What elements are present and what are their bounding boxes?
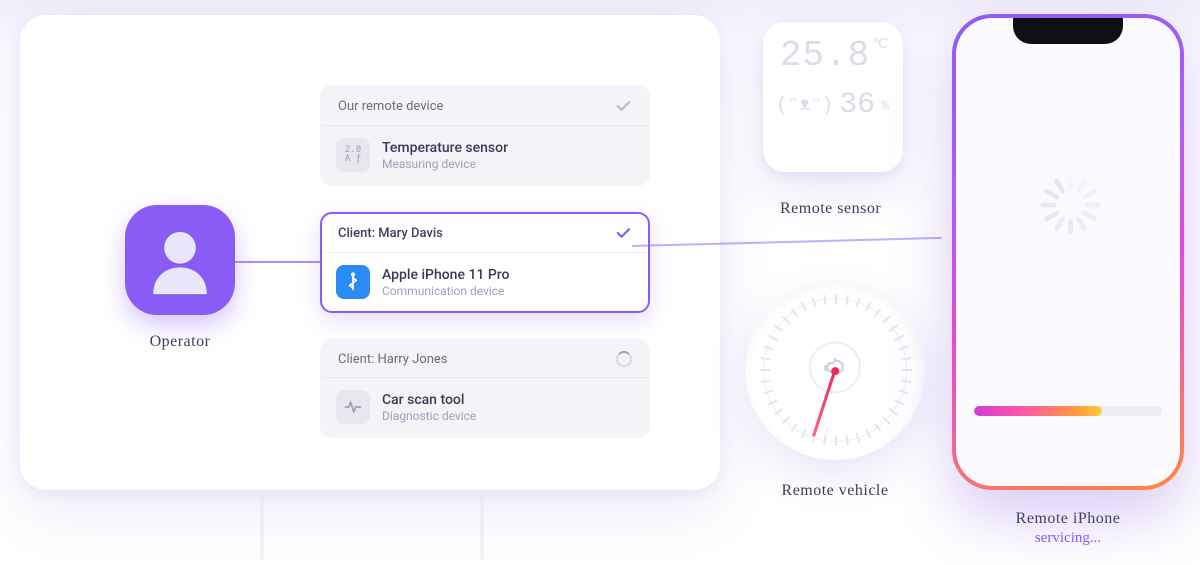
device-card-remote-sensor[interactable]: Our remote device 2.0A ƒ Temperature sen… (320, 85, 650, 186)
progress-fill (974, 406, 1102, 416)
operator-block: Operator (125, 205, 235, 351)
humidity-unit: % (881, 98, 889, 113)
thermometer-icon: 2.0A ƒ (336, 138, 370, 172)
device-text: Temperature sensor Measuring device (382, 140, 508, 171)
check-icon (614, 224, 632, 242)
device-card-iphone[interactable]: Client: Mary Davis Apple iPhone 11 Pro C… (320, 212, 650, 313)
person-icon (141, 221, 219, 299)
remote-iphone-block: Remote iPhone servicing... (952, 14, 1184, 547)
device-subtitle: Communication device (382, 284, 510, 298)
card-header: Our remote device (322, 87, 648, 126)
device-text: Car scan tool Diagnostic device (382, 392, 476, 423)
card-header-text: Our remote device (338, 99, 443, 114)
usb-icon (336, 265, 370, 299)
device-subtitle: Diagnostic device (382, 409, 476, 423)
operator-avatar (125, 205, 235, 315)
temperature-readout: 25.8℃ (777, 38, 889, 74)
card-body: Car scan tool Diagnostic device (322, 378, 648, 436)
remote-sensor-label: Remote sensor (780, 200, 881, 218)
card-body: 2.0A ƒ Temperature sensor Measuring devi… (322, 126, 648, 184)
remote-iphone-label: Remote iPhone (952, 510, 1184, 528)
check-icon (614, 97, 632, 115)
card-header-text: Client: Harry Jones (338, 352, 448, 367)
card-header: Client: Mary Davis (322, 214, 648, 253)
iphone-status-text: servicing... (952, 530, 1184, 547)
card-header: Client: Harry Jones (322, 341, 648, 378)
temperature-unit: ℃ (872, 37, 889, 53)
device-text: Apple iPhone 11 Pro Communication device (382, 267, 510, 298)
card-body: Apple iPhone 11 Pro Communication device (322, 253, 648, 311)
device-title: Temperature sensor (382, 140, 508, 156)
device-card-car-scan[interactable]: Client: Harry Jones Car scan tool Diagno… (320, 339, 650, 438)
operator-label: Operator (150, 333, 211, 351)
progress-bar (974, 406, 1162, 416)
card-header-text: Client: Mary Davis (338, 226, 443, 241)
iphone-frame (952, 14, 1184, 490)
device-card-list: Our remote device 2.0A ƒ Temperature sen… (320, 85, 650, 464)
loading-spinner-icon (616, 351, 632, 367)
temperature-value: 25.8 (780, 35, 870, 76)
sensor-lcd: 25.8℃ (ᵔᴥᵔ) 36% (777, 38, 889, 122)
device-subtitle: Measuring device (382, 157, 508, 171)
remote-vehicle-block: Remote vehicle (745, 280, 925, 500)
connector-operator-to-card (235, 261, 320, 263)
operator-panel: Operator Our remote device 2.0A ƒ Temper… (20, 15, 720, 490)
device-title: Car scan tool (382, 392, 476, 408)
humidity-readout: (ᵔᴥᵔ) 36% (777, 88, 889, 122)
loading-spinner-icon (1038, 175, 1098, 235)
remote-vehicle-label: Remote vehicle (745, 482, 925, 500)
remote-sensor-device: 25.8℃ (ᵔᴥᵔ) 36% (763, 22, 903, 172)
ecg-icon (336, 390, 370, 424)
panel-stand-leg (480, 490, 484, 560)
iphone-screen (956, 18, 1180, 486)
panel-stand-leg (260, 490, 264, 560)
device-title: Apple iPhone 11 Pro (382, 267, 510, 283)
vehicle-gauge (745, 280, 925, 460)
humidity-value: 36 (839, 88, 875, 122)
face-icon: (ᵔᴥᵔ) (776, 94, 833, 116)
iphone-notch (1013, 18, 1123, 44)
